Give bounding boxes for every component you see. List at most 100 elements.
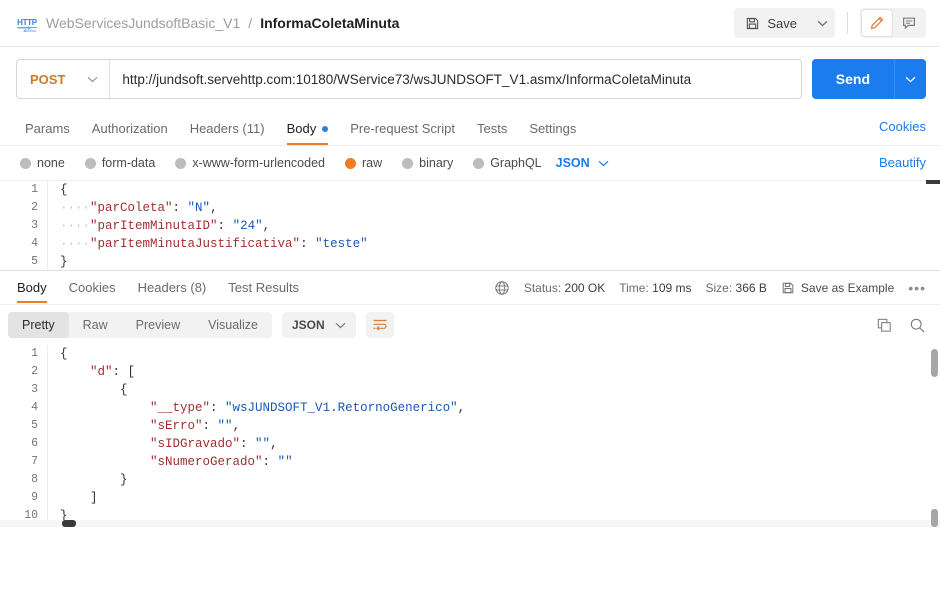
view-mode-preview[interactable]: Preview [122,312,194,338]
body-type-graphql[interactable]: GraphQL [473,156,542,170]
code-token: ] [90,491,98,505]
tab-label: Authorization [91,121,168,136]
edit-mode-button[interactable] [862,10,892,36]
response-tab-cookies[interactable]: Cookies [58,272,127,303]
tab-label: Tests [477,121,508,136]
code-line[interactable]: ····"parItemMinutaID": "24", [60,217,940,235]
code-token: "sErro" [150,419,203,433]
indent-guide [60,437,150,451]
tab-label: Test Results [228,280,300,295]
line-number: 2 [31,201,38,214]
response-tab-body[interactable]: Body [6,272,58,303]
tab-tests[interactable]: Tests [466,122,518,145]
save-dropdown-button[interactable] [809,8,835,38]
body-type-label: x-www-form-urlencoded [192,156,325,170]
response-meta: Status: 200 OK Time: 109 ms Size: 366 B [494,280,926,296]
tab-authorization[interactable]: Authorization [81,122,179,145]
code-line[interactable]: "sErro": "", [60,417,940,435]
code-line[interactable]: } [60,253,940,270]
code-line[interactable]: "__type": "wsJUNDSOFT_V1.RetornoGenerico… [60,399,940,417]
response-view-modes: Pretty Raw Preview Visualize [8,312,272,338]
request-body-editor[interactable]: 123456 {····"parColeta": "N",····"parIte… [0,180,940,270]
body-type-raw[interactable]: raw [345,156,382,170]
tab-label: Body [17,280,47,295]
tab-label: Settings [529,121,577,136]
comments-button[interactable] [894,10,924,36]
code-line[interactable]: { [60,345,940,363]
tab-headers[interactable]: Headers (11) [179,122,276,145]
request-code-area[interactable]: {····"parColeta": "N", ····"parItemMinuta… [48,181,940,270]
response-code-area[interactable]: { "d": [ { "__type": "wsJUNDSOFT_V1.Reto… [48,345,940,527]
body-type-x-www-form-urlencoded[interactable]: x-www-form-urlencoded [175,156,325,170]
code-token: , [457,401,466,415]
code-token: : [262,455,278,469]
body-type-form-data[interactable]: form-data [84,156,155,170]
request-format-label: JSON [555,156,590,170]
line-number: 2 [31,365,38,378]
line-number: 4 [31,237,38,250]
request-format-select[interactable]: JSON [556,156,609,170]
code-line[interactable]: ] [60,489,940,507]
body-type-binary[interactable]: binary [402,156,453,170]
response-vertical-scrollbar[interactable] [931,349,938,519]
tab-params[interactable]: Params [14,122,81,145]
code-token: } [60,255,68,269]
code-line[interactable]: { [60,381,940,399]
body-type-label: none [37,156,65,170]
url-input[interactable]: http://jundsoft.servehttp.com:10180/WSer… [110,60,800,98]
code-token: "parItemMinutaID" [90,219,218,233]
search-icon[interactable] [909,317,926,334]
response-horizontal-scrollbar[interactable] [0,520,940,527]
response-tab-test-results[interactable]: Test Results [217,272,310,303]
radio-icon [473,157,485,169]
indent-guide [60,401,150,415]
radio-icon [402,157,414,169]
code-line[interactable]: { [60,181,940,199]
indent-guide [60,491,90,505]
scrollbar-thumb[interactable] [62,520,76,527]
tab-settings[interactable]: Settings [518,122,587,145]
code-line[interactable]: "sNumeroGerado": "" [60,453,940,471]
send-dropdown-button[interactable] [894,59,926,99]
code-line[interactable]: "d": [ [60,363,940,381]
response-format-select[interactable]: JSON [281,312,356,338]
code-token: "sNumeroGerado" [150,455,263,469]
floppy-disk-icon [745,16,760,31]
time-label: Time: [619,280,649,295]
view-mode-pretty[interactable]: Pretty [8,312,69,338]
view-mode-raw[interactable]: Raw [69,312,122,338]
http-method-select[interactable]: POST [17,60,111,98]
body-type-row: none form-data x-www-form-urlencoded raw… [0,146,940,180]
scrollbar-thumb[interactable] [931,349,938,377]
tab-label: Params [25,121,70,136]
code-line[interactable]: ····"parItemMinutaJustificativa": "teste… [60,235,940,253]
beautify-link[interactable]: Beautify [879,155,926,170]
breadcrumb-parent[interactable]: WebServicesJundsoftBasic_V1 [46,15,240,31]
comment-icon [901,15,917,31]
word-wrap-toggle[interactable] [365,312,394,338]
request-scrollbar-thumb[interactable] [926,180,940,184]
size-value: 366 B [735,280,767,295]
save-as-example-button[interactable]: Save as Example [781,281,894,295]
cookies-link[interactable]: Cookies [879,119,926,134]
code-token: "parItemMinutaJustificativa" [90,237,301,251]
indent-guide: ···· [60,219,91,233]
scrollbar-corner-thumb[interactable] [931,509,938,527]
code-line[interactable]: "sIDGravado": "", [60,435,940,453]
tab-body[interactable]: Body [276,122,340,145]
ellipsis-icon[interactable]: ••• [908,281,926,295]
save-button[interactable]: Save [734,8,809,38]
body-type-none[interactable]: none [20,156,65,170]
line-number: 5 [31,255,38,268]
code-line[interactable]: } [60,471,940,489]
view-mode-visualize[interactable]: Visualize [194,312,272,338]
code-token: { [60,183,68,197]
response-tab-headers[interactable]: Headers (8) [127,272,218,303]
code-line[interactable]: ····"parColeta": "N", [60,199,940,217]
code-token: : [202,419,218,433]
send-button[interactable]: Send [811,59,894,99]
response-body-editor[interactable]: 1 2 3 4 5 6 7 8 9 10 { "d": [ { "__type": "wsJUND… [0,345,940,527]
tab-pre-request-script[interactable]: Pre-request Script [339,122,466,145]
header-actions: Save [734,8,926,38]
copy-icon[interactable] [876,317,893,334]
